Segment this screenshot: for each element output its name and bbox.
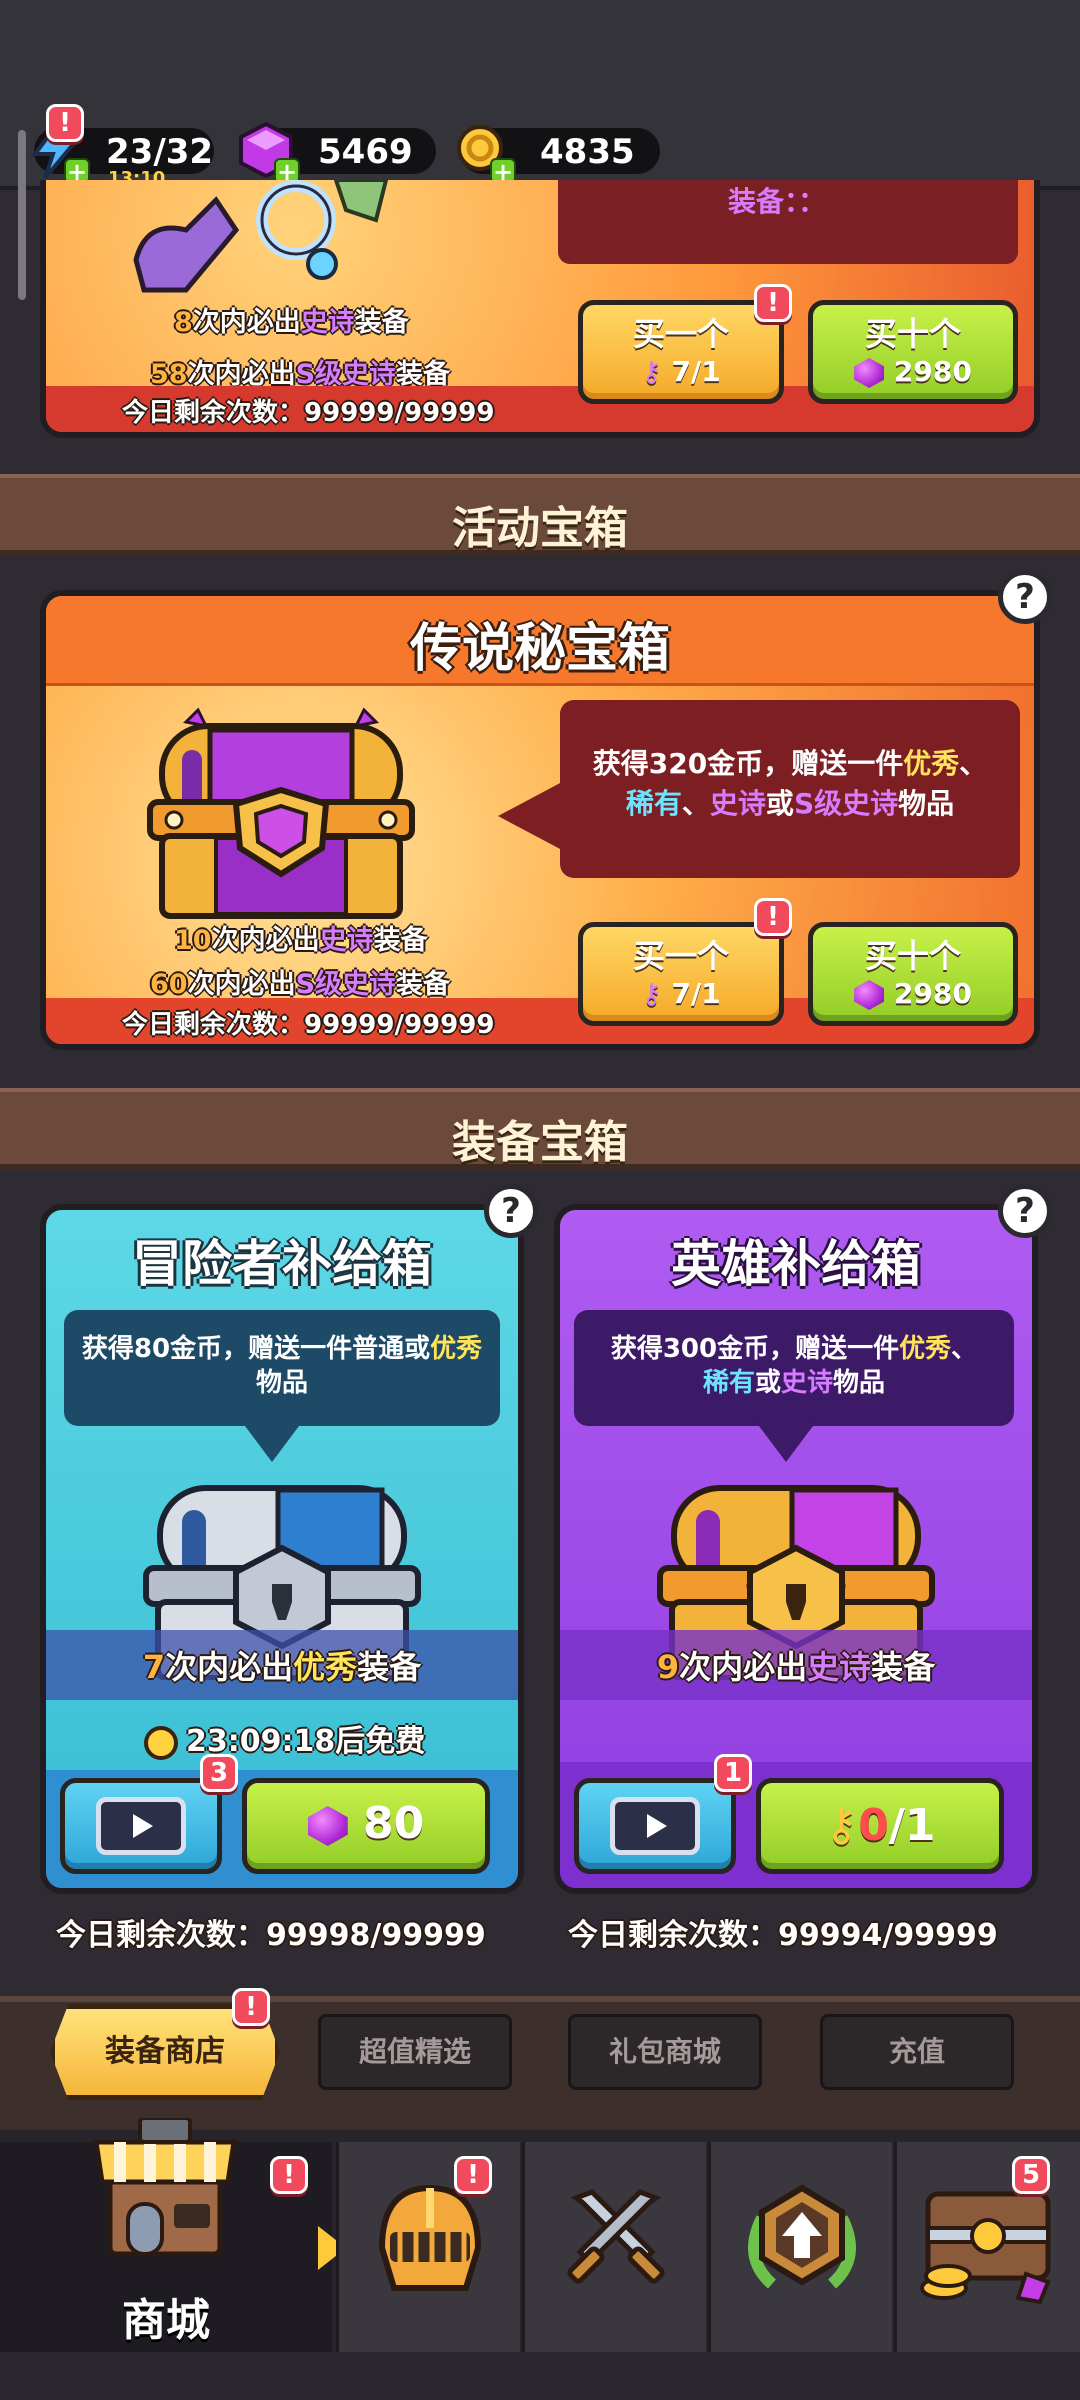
equipment-loot-image xyxy=(126,180,396,300)
hero-pity: 9次内必出史诗装备 xyxy=(656,1648,936,1686)
adventurer-help-button[interactable]: ? xyxy=(484,1184,538,1238)
legend-buy-ten-cost-row: 2980 xyxy=(813,977,1013,1010)
legend-buy-ten-button[interactable]: 买十个 2980 xyxy=(808,922,1018,1026)
legend-chest-card: 传说秘宝箱 获得320金币，赠送一件优秀、 稀有、史诗或S级史诗物品 10次内必… xyxy=(40,590,1040,1050)
hero-chest-title: 英雄补给箱 xyxy=(671,1235,921,1293)
legend-buy-one-alert-badge: ! xyxy=(754,898,792,936)
gem-icon: + xyxy=(234,118,300,184)
key-icon: ⚷ xyxy=(824,1797,859,1851)
adventurer-video-button[interactable] xyxy=(60,1778,222,1874)
top-card-pity-1: 8次内必出史诗装备 xyxy=(174,307,409,338)
speech-tail xyxy=(498,782,562,850)
top-card-remaining: 今日剩余次数：99999/99999 xyxy=(122,398,495,428)
equipment-section-title: 装备宝箱 xyxy=(452,1117,628,1168)
top-buy-one-cost-row: ⚷ 7/1 xyxy=(583,355,779,388)
legend-pity-1: 10次内必出史诗装备 xyxy=(174,925,428,956)
hero-key-open-button[interactable]: ⚷0/1 xyxy=(756,1778,1004,1874)
top-buy-one-cost: 7/1 xyxy=(671,355,721,388)
hero-pity-strip: 9次内必出史诗装备 xyxy=(560,1630,1032,1700)
nav-hero-alert-badge: ! xyxy=(454,2156,492,2194)
adventurer-desc-bubble: 获得80金币，赠送一件普通或优秀优秀物品 xyxy=(64,1310,500,1426)
hero-desc-bubble: 获得300金币，赠送一件优秀、 稀有或史诗物品 xyxy=(574,1310,1014,1426)
legend-chest-title: 传说秘宝箱 xyxy=(409,619,670,679)
top-buy-ten-label: 买十个 xyxy=(864,315,961,353)
top-chest-card: 装备：： 8次内必出史诗装备 58次内必出S级史诗装备 今日剩余次数：99999… xyxy=(40,180,1040,438)
event-section-title: 活动宝箱 xyxy=(452,503,628,554)
gem-icon xyxy=(854,980,885,1010)
legend-buy-one-cost: 7/1 xyxy=(671,977,721,1010)
adventurer-timer: 23:09:18后免费 xyxy=(144,1716,425,1760)
nav-chest[interactable] xyxy=(894,2142,1080,2352)
tab-value-picks[interactable]: 超值精选 xyxy=(318,2014,512,2090)
gem-counter[interactable]: + 5469 xyxy=(239,122,436,184)
adventurer-price: 80 xyxy=(363,1798,425,1849)
legend-remaining: 今日剩余次数：99999/99999 xyxy=(122,1010,495,1040)
legend-chest-title-bar: 传说秘宝箱 xyxy=(46,596,1034,686)
gem-icon xyxy=(854,358,885,388)
legend-chest-desc-bubble: 获得320金币，赠送一件优秀、 稀有、史诗或S级史诗物品 xyxy=(560,700,1020,878)
nav-hero[interactable] xyxy=(336,2142,520,2352)
crossed-swords-icon xyxy=(556,2178,676,2298)
nav-battle[interactable] xyxy=(522,2142,706,2352)
hero-video-button[interactable] xyxy=(574,1778,736,1874)
adventurer-chest-title: 冒险者补给箱 xyxy=(132,1235,432,1293)
hero-chest-card: 英雄补给箱 获得300金币，赠送一件优秀、 稀有或史诗物品 9次内必出史诗装备 … xyxy=(554,1204,1038,1894)
adventurer-pity-strip: 7次内必出优秀装备 xyxy=(46,1630,518,1700)
event-chest-section-header: 活动宝箱 xyxy=(0,474,1080,556)
adventurer-chest-card: 冒险者补给箱 获得80金币，赠送一件普通或优秀优秀物品 7次内必出优秀装备 23… xyxy=(40,1204,524,1894)
speech-tail xyxy=(242,1422,302,1462)
nav-chest-count-badge: 5 xyxy=(1012,2156,1050,2194)
gem-icon xyxy=(307,1806,348,1846)
shop-store-icon xyxy=(90,2116,240,2258)
upgrade-arrow-icon xyxy=(742,2178,862,2298)
coin-icon: + xyxy=(450,118,516,184)
top-buy-one-label: 买一个 xyxy=(632,315,729,353)
energy-value: 23/32 xyxy=(106,132,214,172)
legend-buy-ten-label: 买十个 xyxy=(864,937,961,975)
key-icon: ⚷ xyxy=(641,977,662,1010)
top-buy-one-button[interactable]: 买一个 ⚷ 7/1 xyxy=(578,300,784,404)
coin-value: 4835 xyxy=(540,132,635,172)
play-video-icon xyxy=(96,1797,186,1855)
legend-chest-image xyxy=(146,706,416,926)
nav-shop-alert-badge: ! xyxy=(270,2156,308,2194)
hero-remaining: 今日剩余次数：99994/99999 xyxy=(568,1918,998,1953)
nav-upgrade[interactable] xyxy=(708,2142,892,2352)
energy-alert-badge: ! xyxy=(46,104,84,142)
top-card-preview-bubble: 装备：： xyxy=(558,180,1018,264)
helmet-icon xyxy=(370,2178,490,2298)
key-icon: ⚷ xyxy=(641,355,662,388)
equipment-chest-section-header: 装备宝箱 xyxy=(0,1088,1080,1170)
top-buy-ten-cost: 2980 xyxy=(893,355,972,388)
adventurer-buy-button[interactable]: 80 xyxy=(242,1778,490,1874)
nav-shop-label: 商城 xyxy=(122,2295,210,2346)
gem-value: 5469 xyxy=(318,132,413,172)
hero-key-total: /1 xyxy=(888,1800,936,1851)
play-video-icon xyxy=(610,1797,700,1855)
legend-help-button[interactable]: ? xyxy=(998,570,1052,624)
tab-gift-shop[interactable]: 礼包商城 xyxy=(568,2014,762,2090)
stopwatch-icon xyxy=(144,1725,178,1760)
home-indicator-bar xyxy=(0,2352,1080,2400)
adventurer-pity: 7次内必出优秀装备 xyxy=(142,1648,422,1686)
legend-buy-one-label: 买一个 xyxy=(632,937,729,975)
hero-key-have: 0 xyxy=(858,1800,889,1851)
legend-buy-one-cost-row: ⚷ 7/1 xyxy=(583,977,779,1010)
legend-buy-one-button[interactable]: 买一个 ⚷ 7/1 xyxy=(578,922,784,1026)
hero-video-count-badge: 1 xyxy=(714,1754,752,1792)
equipment-shop-alert-badge: ! xyxy=(232,1988,270,2026)
legend-pity-2: 60次内必出S级史诗装备 xyxy=(150,969,451,1000)
top-buy-ten-button[interactable]: 买十个 2980 xyxy=(808,300,1018,404)
tab-recharge[interactable]: 充值 xyxy=(820,2014,1014,2090)
top-buy-ten-cost-row: 2980 xyxy=(813,355,1013,388)
top-buy-one-alert-badge: ! xyxy=(754,284,792,322)
hero-help-button[interactable]: ? xyxy=(998,1184,1052,1238)
speech-tail xyxy=(756,1422,816,1462)
coin-counter[interactable]: + 4835 xyxy=(457,125,660,184)
treasure-chest-icon xyxy=(914,2178,1064,2308)
adventurer-remaining: 今日剩余次数：99998/99999 xyxy=(56,1918,486,1953)
adventurer-video-count-badge: 3 xyxy=(200,1754,238,1792)
legend-buy-ten-cost: 2980 xyxy=(893,977,972,1010)
top-card-preview-text: 装备：： xyxy=(728,185,827,218)
